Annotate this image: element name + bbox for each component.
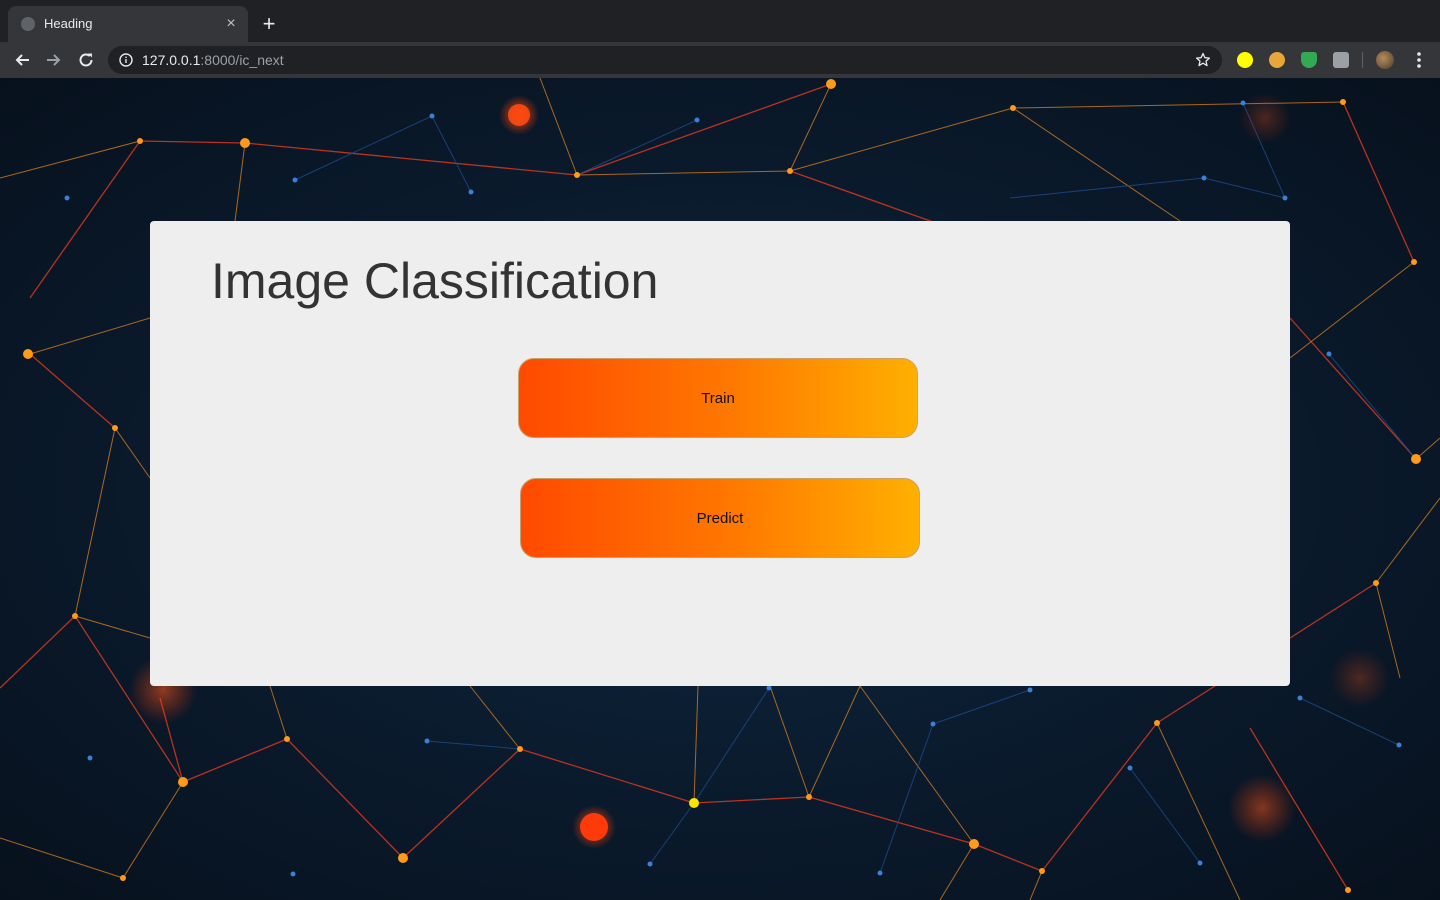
close-tab-icon[interactable]: × bbox=[222, 15, 240, 33]
address-bar[interactable]: 127.0.0.1:8000/ic_next bbox=[108, 46, 1222, 74]
url-text[interactable]: 127.0.0.1:8000/ic_next bbox=[142, 52, 284, 68]
cookie-extension-icon[interactable] bbox=[1269, 52, 1285, 68]
tab-title: Heading bbox=[44, 16, 93, 31]
url-path: :8000/ic_next bbox=[200, 52, 284, 68]
browser-toolbar: 127.0.0.1:8000/ic_next bbox=[0, 42, 1440, 78]
page-title: Image Classification bbox=[211, 253, 659, 309]
arrow-right-icon bbox=[47, 54, 61, 66]
kebab-menu-icon[interactable] bbox=[1410, 50, 1428, 70]
camera-extension-icon[interactable] bbox=[1333, 52, 1349, 68]
arrow-left-icon bbox=[15, 54, 29, 66]
reload-icon bbox=[79, 53, 93, 67]
reload-button[interactable] bbox=[74, 48, 98, 72]
globe-icon bbox=[21, 17, 35, 31]
back-button[interactable] bbox=[10, 48, 34, 72]
main-card: Image Classification Train Predict bbox=[150, 221, 1290, 686]
tab-strip: Heading × + bbox=[0, 0, 1440, 42]
predict-button[interactable]: Predict bbox=[520, 478, 920, 558]
browser-tab[interactable]: Heading × bbox=[8, 6, 248, 42]
forward-button[interactable] bbox=[42, 48, 66, 72]
star-icon[interactable] bbox=[1195, 52, 1211, 68]
extension-yellow-icon[interactable] bbox=[1237, 52, 1253, 68]
shield-extension-icon[interactable] bbox=[1301, 52, 1317, 68]
avatar[interactable] bbox=[1376, 51, 1394, 69]
train-button[interactable]: Train bbox=[518, 358, 918, 438]
new-tab-button[interactable]: + bbox=[258, 13, 280, 35]
page-viewport: Image Classification Train Predict bbox=[0, 78, 1440, 900]
info-icon[interactable] bbox=[119, 53, 133, 67]
toolbar-divider bbox=[1362, 52, 1363, 68]
url-host: 127.0.0.1 bbox=[142, 52, 201, 68]
